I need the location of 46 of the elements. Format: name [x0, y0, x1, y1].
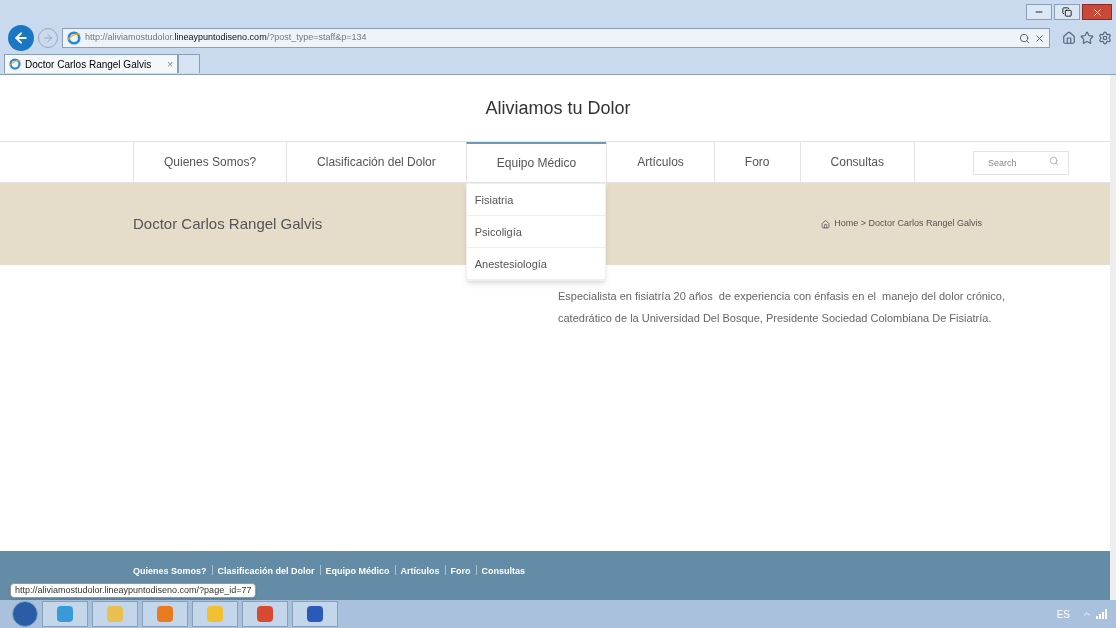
page-title: Doctor Carlos Rangel Galvis [133, 213, 323, 234]
footer-link[interactable]: Clasificación del Dolor [217, 565, 315, 579]
nav-link[interactable]: Equipo Médico [465, 142, 607, 182]
taskbar-app-icon[interactable] [242, 601, 288, 627]
settings-icon[interactable] [1098, 31, 1112, 45]
nav-link[interactable]: Clasificación del Dolor [286, 142, 466, 182]
home-icon[interactable] [1062, 31, 1076, 45]
forward-arrow-icon [42, 32, 54, 44]
taskbar-app-icon[interactable] [192, 601, 238, 627]
close-icon [1091, 6, 1103, 18]
start-button[interactable] [12, 601, 38, 627]
taskbar-app-icon[interactable] [92, 601, 138, 627]
footer-link[interactable]: Foro [450, 565, 471, 579]
favorites-icon[interactable] [1080, 31, 1094, 45]
tab-close[interactable]: × [167, 56, 173, 72]
browser-tab[interactable]: Doctor Carlos Rangel Galvis × [4, 54, 178, 73]
footer-link[interactable]: Quienes Somos? [133, 565, 207, 579]
signal-icon[interactable] [1096, 609, 1108, 619]
site-title: Aliviamos tu Dolor [484, 97, 632, 120]
taskbar-app-icon[interactable] [42, 601, 88, 627]
doctor-description: Especialista en fisiatría 20 años de experiencia con énfasis en el manejo del dolor crónico, catedrático de la Universidad Del Bosque, Presidente Sociedad Colombiana De Fisiatría. [558, 289, 1006, 326]
breadcrumb: Home > Doctor Carlos Rangel Galvis [834, 217, 982, 231]
footer-link[interactable]: Equipo Médico [325, 565, 390, 579]
nav-link[interactable]: Consultas [799, 142, 915, 182]
nav-link[interactable]: Artículos [606, 142, 714, 182]
restore-button[interactable] [1054, 4, 1080, 20]
home-icon [821, 219, 831, 229]
nav-link[interactable]: Foro [713, 142, 800, 182]
stop-icon[interactable] [1034, 32, 1045, 44]
restore-icon [1062, 7, 1072, 17]
close-button[interactable] [1082, 4, 1112, 20]
footer-link[interactable]: Consultas [481, 565, 526, 579]
browser-logo-icon [67, 31, 81, 45]
tab-favicon-icon [9, 58, 21, 70]
search-icon [1048, 156, 1059, 166]
nav-link[interactable]: Quienes Somos? [133, 142, 287, 182]
search-icon[interactable] [1019, 32, 1030, 44]
back-button[interactable] [8, 25, 34, 51]
tab-title: Doctor Carlos Rangel Galvis [25, 57, 152, 72]
search-field[interactable]: Search [972, 151, 1069, 175]
new-tab-button[interactable] [178, 54, 200, 73]
url-text: http://aliviamostudolor.lineaypuntodiseno.com/?post_type=staff&p=134 [85, 31, 368, 45]
footer-link[interactable]: Artículos [400, 565, 440, 579]
taskbar-app-icon[interactable] [142, 601, 188, 627]
taskbar-app-icon[interactable] [292, 601, 338, 627]
address-bar[interactable]: http://aliviamostudolor.lineaypuntodiseno.com/?post_type=staff&p=134 [62, 28, 1050, 48]
